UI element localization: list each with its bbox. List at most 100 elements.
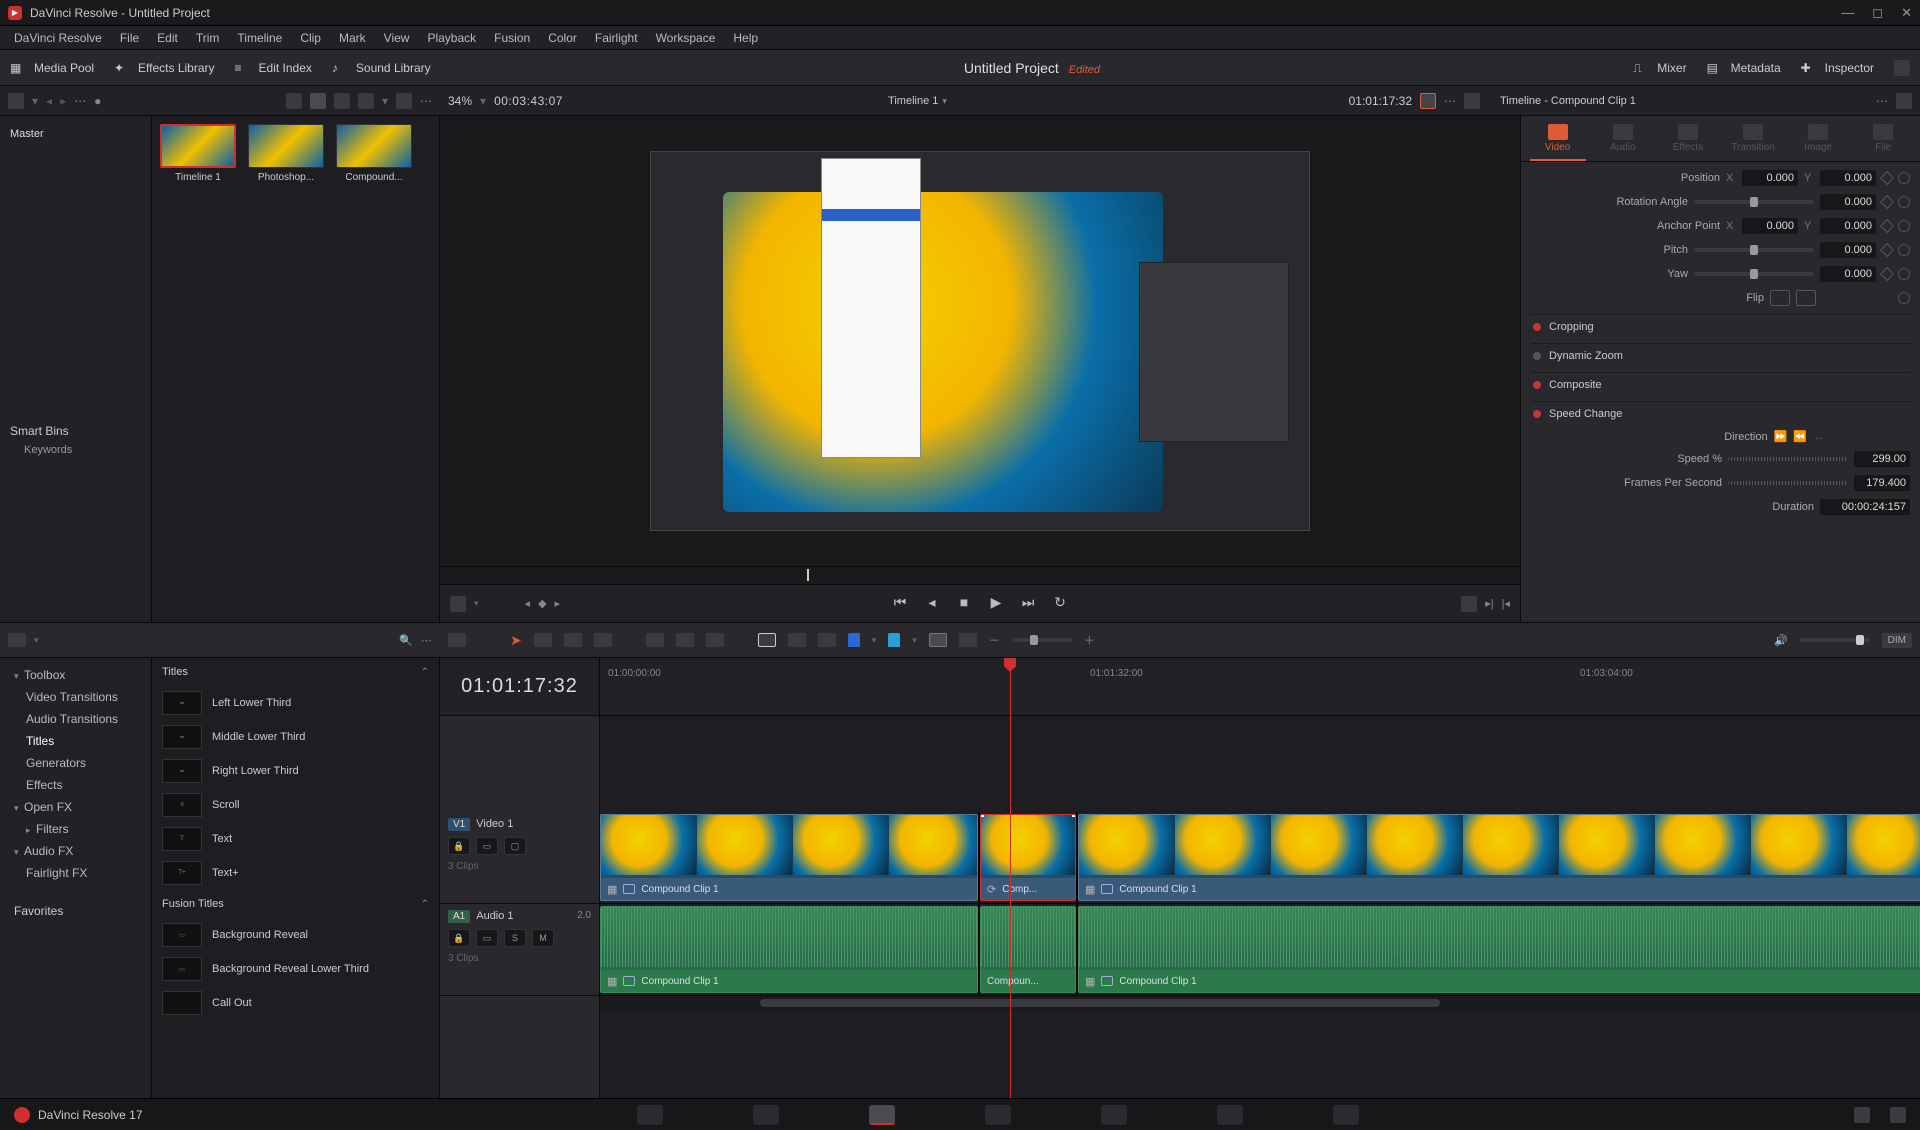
playhead[interactable] <box>1010 658 1011 1098</box>
video-transitions-node[interactable]: Video Transitions <box>8 686 143 708</box>
yaw-slider[interactable] <box>1694 272 1814 276</box>
title-middle-lower-third[interactable]: ━Middle Lower Third <box>152 720 439 754</box>
next-edit-icon[interactable]: ▸ <box>555 597 561 610</box>
fx-search-icon[interactable]: 🔍 <box>399 634 413 647</box>
keyframe-icon[interactable] <box>1880 171 1894 185</box>
audio-transitions-node[interactable]: Audio Transitions <box>8 708 143 730</box>
zoom-out-icon[interactable]: － <box>989 632 1000 648</box>
fairlightfx-node[interactable]: Fairlight FX <box>8 862 143 884</box>
maximize-button[interactable]: ◻ <box>1872 5 1883 21</box>
audio-clip-2[interactable]: Compoun... <box>980 906 1076 993</box>
title-text[interactable]: TText <box>152 822 439 856</box>
yaw-input[interactable]: 0.000 <box>1820 266 1876 282</box>
media-page[interactable] <box>637 1105 663 1125</box>
audio-clip-1[interactable]: ▦Compound Clip 1 <box>600 906 978 993</box>
menu-color[interactable]: Color <box>540 28 585 48</box>
mute-button[interactable]: M <box>532 929 554 947</box>
timeline-timecode[interactable]: 01:01:17:32 <box>440 658 599 716</box>
smart-bin-keywords[interactable]: Keywords <box>10 438 141 456</box>
jump-start-button[interactable]: ⏮ <box>890 594 910 614</box>
clip-thumb-timeline1[interactable]: Timeline 1 <box>160 124 236 183</box>
trim-tool-icon[interactable] <box>534 633 552 647</box>
audio-clip-3[interactable]: ▦Compound Clip 1 <box>1078 906 1920 993</box>
disable-video-icon[interactable]: ▢ <box>504 837 526 855</box>
insert-clip-icon[interactable] <box>646 633 664 647</box>
lock-icon[interactable] <box>818 633 836 647</box>
link-icon[interactable] <box>788 633 806 647</box>
title-scroll[interactable]: ≡Scroll <box>152 788 439 822</box>
menu-view[interactable]: View <box>376 28 418 48</box>
filters-node[interactable]: ▸Filters <box>8 818 143 840</box>
menu-edit[interactable]: Edit <box>149 28 186 48</box>
fusion-page[interactable] <box>985 1105 1011 1125</box>
loop-button[interactable]: ↻ <box>1050 594 1070 614</box>
audio-track-lane[interactable]: ▦Compound Clip 1 Compoun... ▦Compound Cl… <box>600 904 1920 996</box>
edit-index-toggle[interactable]: ≡Edit Index <box>235 61 312 75</box>
viewer-tab[interactable]: Timeline 1▾ <box>571 95 1264 107</box>
custom-zoom-icon[interactable] <box>959 633 977 647</box>
step-fwd-icon[interactable]: ▸| <box>1485 597 1493 610</box>
inspector-tab-audio[interactable]: Audio <box>1595 124 1651 161</box>
openfx-node[interactable]: ▾Open FX <box>8 796 143 818</box>
cut-page[interactable] <box>753 1105 779 1125</box>
title-text-plus[interactable]: T+Text+ <box>152 856 439 890</box>
direction-bounce-icon[interactable]: ↔ <box>1813 431 1824 443</box>
effects-library-toggle[interactable]: ✦Effects Library <box>114 61 214 75</box>
audio-track-header[interactable]: A1Audio 12.0 🔒▭SM 3 Clips <box>440 904 599 996</box>
fx-bin-toggle-icon[interactable] <box>8 633 26 647</box>
media-pool-toggle[interactable]: ▦Media Pool <box>10 61 94 75</box>
title-left-lower-third[interactable]: ━Left Lower Third <box>152 686 439 720</box>
sound-library-toggle[interactable]: ♪Sound Library <box>332 61 431 75</box>
prev-edit-icon[interactable]: ◂ <box>525 597 531 610</box>
inspector-tab-transition[interactable]: Transition <box>1725 124 1781 161</box>
master-bin[interactable]: Master <box>10 124 141 144</box>
menu-file[interactable]: File <box>112 28 147 48</box>
grid-view-icon[interactable] <box>310 93 326 109</box>
sort-icon[interactable] <box>396 93 412 109</box>
position-y-input[interactable]: 0.000 <box>1820 170 1876 186</box>
menu-workspace[interactable]: Workspace <box>648 28 724 48</box>
search-icon[interactable] <box>358 93 374 109</box>
stop-button[interactable]: ■ <box>954 594 974 614</box>
step-rev-icon[interactable]: |◂ <box>1502 597 1510 610</box>
video-track-lane[interactable]: ▦Compound Clip 1 ⟳Comp... ▦Compound Clip… <box>600 812 1920 904</box>
clip-thumb-photoshop[interactable]: Photoshop... <box>248 124 324 183</box>
inspector-tab-video[interactable]: Video <box>1530 124 1586 161</box>
speed-change-section[interactable]: Speed Change <box>1531 401 1910 426</box>
zoom-slider[interactable] <box>1012 638 1072 642</box>
video-clip-3[interactable]: ▦Compound Clip 1 <box>1078 814 1920 901</box>
reset-icon[interactable] <box>1898 172 1910 184</box>
solo-button[interactable]: S <box>504 929 526 947</box>
video-track-header[interactable]: V1Video 1 🔒▭▢ 3 Clips <box>440 812 599 904</box>
zoom-in-icon[interactable]: ＋ <box>1084 632 1095 648</box>
viewer-canvas[interactable] <box>440 116 1520 566</box>
collapse-icon[interactable]: ⌃ <box>421 667 429 678</box>
generators-node[interactable]: Generators <box>8 752 143 774</box>
scrub-playhead[interactable] <box>807 569 809 581</box>
effects-node[interactable]: Effects <box>8 774 143 796</box>
timeline-view-options-icon[interactable] <box>448 633 466 647</box>
mixer-toggle[interactable]: ⎍Mixer <box>1633 61 1686 75</box>
menu-trim[interactable]: Trim <box>188 28 228 48</box>
dynamic-zoom-section[interactable]: Dynamic Zoom <box>1531 343 1910 368</box>
video-clip-1[interactable]: ▦Compound Clip 1 <box>600 814 978 901</box>
lock-track-icon[interactable]: 🔒 <box>448 837 470 855</box>
close-button[interactable]: ✕ <box>1901 5 1912 21</box>
audiofx-node[interactable]: ▾Audio FX <box>8 840 143 862</box>
titles-node[interactable]: Titles <box>8 730 143 752</box>
edit-page[interactable] <box>869 1105 895 1125</box>
duration-input[interactable]: 00:00:24:157 <box>1820 499 1910 515</box>
menu-fairlight[interactable]: Fairlight <box>587 28 646 48</box>
anchor-x-input[interactable]: 0.000 <box>1742 218 1798 234</box>
direction-rev-icon[interactable]: ⏪ <box>1793 430 1807 443</box>
menu-playback[interactable]: Playback <box>419 28 484 48</box>
auto-select-icon[interactable]: ▭ <box>476 837 498 855</box>
fusion-call-out[interactable]: ·Call Out <box>152 986 439 1020</box>
dim-button[interactable]: DIM <box>1882 633 1912 648</box>
color-page[interactable] <box>1101 1105 1127 1125</box>
volume-slider[interactable] <box>1800 638 1870 642</box>
list-view-icon[interactable] <box>286 93 302 109</box>
flip-h-button[interactable] <box>1770 290 1790 306</box>
jump-end-button[interactable]: ⏭ <box>1018 594 1038 614</box>
minimize-button[interactable]: — <box>1841 5 1854 21</box>
